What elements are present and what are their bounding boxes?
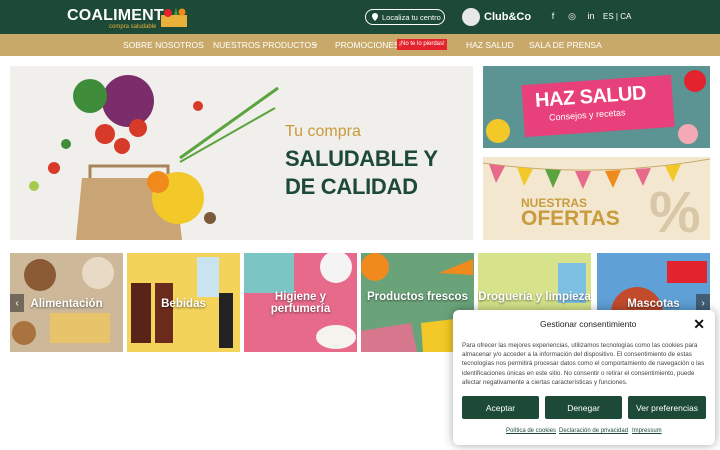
privacy-statement-link[interactable]: Declaración de privacidad <box>559 428 628 434</box>
accept-button[interactable]: Aceptar <box>462 396 539 419</box>
locate-store-button[interactable]: Localiza tu centro <box>365 9 445 25</box>
basket-icon <box>161 7 187 27</box>
nav-item-sala-prensa[interactable]: SALA DE PRENSA <box>529 40 602 50</box>
hero-line-1: Tu compra <box>285 123 361 140</box>
nav-item-productos[interactable]: NUESTROS PRODUCTOS <box>213 40 317 50</box>
category-label: Higiene y perfumería <box>270 291 331 315</box>
haz-salud-banner[interactable]: HAZ SALUD Consejos y recetas <box>483 66 710 148</box>
category-label: Bebidas <box>161 298 206 310</box>
promo-badge: ¡No te lo pierdas! <box>397 39 447 50</box>
category-label: Droguería y limpieza <box>478 291 591 303</box>
category-label: Alimentación <box>30 298 103 310</box>
category-label: Mascotas <box>627 298 680 310</box>
category-alimentacion[interactable]: Alimentación <box>10 253 123 352</box>
ofertas-banner[interactable]: NUESTRAS OFERTAS % <box>483 157 710 240</box>
social-links: f ◎ in <box>548 11 596 22</box>
logo-tagline: compra saludable <box>109 24 157 30</box>
hero-banner[interactable]: Tu compra SALUDABLE Y DE CALIDAD <box>10 66 473 240</box>
carousel-prev-button[interactable]: ‹ <box>10 294 24 312</box>
main-nav: SOBRE NOSOTROS NUESTROS PRODUCTOS ⌄ PROM… <box>0 34 720 56</box>
facebook-icon[interactable]: f <box>548 11 558 22</box>
top-header: COALIMENT compra saludable Localiza tu c… <box>0 0 720 34</box>
club-link[interactable]: Club&Co <box>462 8 531 26</box>
impressum-link[interactable]: Impressum <box>632 428 662 434</box>
nav-item-promociones[interactable]: PROMOCIONES <box>335 40 400 50</box>
groceries-bag-image <box>29 75 279 240</box>
hero-line-3: DE CALIDAD <box>285 174 418 199</box>
consent-title: Gestionar consentimiento <box>540 319 637 329</box>
ofertas-line-2: OFERTAS <box>521 207 620 230</box>
category-bebidas[interactable]: Bebidas <box>127 253 240 352</box>
chevron-down-icon[interactable]: ⌄ <box>311 38 319 49</box>
nav-item-sobre-nosotros[interactable]: SOBRE NOSOTROS <box>123 40 204 50</box>
close-icon[interactable]: ✕ <box>693 316 705 333</box>
locate-store-label: Localiza tu centro <box>382 12 441 22</box>
cookie-policy-link[interactable]: Política de cookies <box>506 428 556 434</box>
percent-symbol: % <box>649 180 701 240</box>
category-label: Productos frescos <box>367 291 468 303</box>
preferences-button[interactable]: Ver preferencias <box>628 396 706 419</box>
logo-wordmark: COALIMENT <box>67 7 164 24</box>
club-label: Club&Co <box>484 11 532 23</box>
deny-button[interactable]: Denegar <box>545 396 622 419</box>
cookie-consent-dialog: Gestionar consentimiento ✕ Para ofrecer … <box>453 310 715 445</box>
logo[interactable]: COALIMENT compra saludable <box>67 6 197 30</box>
club-icon <box>462 8 480 26</box>
location-pin-icon <box>372 13 378 21</box>
instagram-icon[interactable]: ◎ <box>567 11 577 22</box>
nav-item-haz-salud[interactable]: HAZ SALUD <box>466 40 514 50</box>
hero-line-2: SALUDABLE Y <box>285 146 438 171</box>
category-higiene[interactable]: Higiene y perfumería <box>244 253 357 352</box>
linkedin-icon[interactable]: in <box>586 11 596 22</box>
language-switcher[interactable]: ES | CA <box>603 12 631 21</box>
consent-body: Para ofrecer las mejores experiencias, u… <box>462 342 705 386</box>
